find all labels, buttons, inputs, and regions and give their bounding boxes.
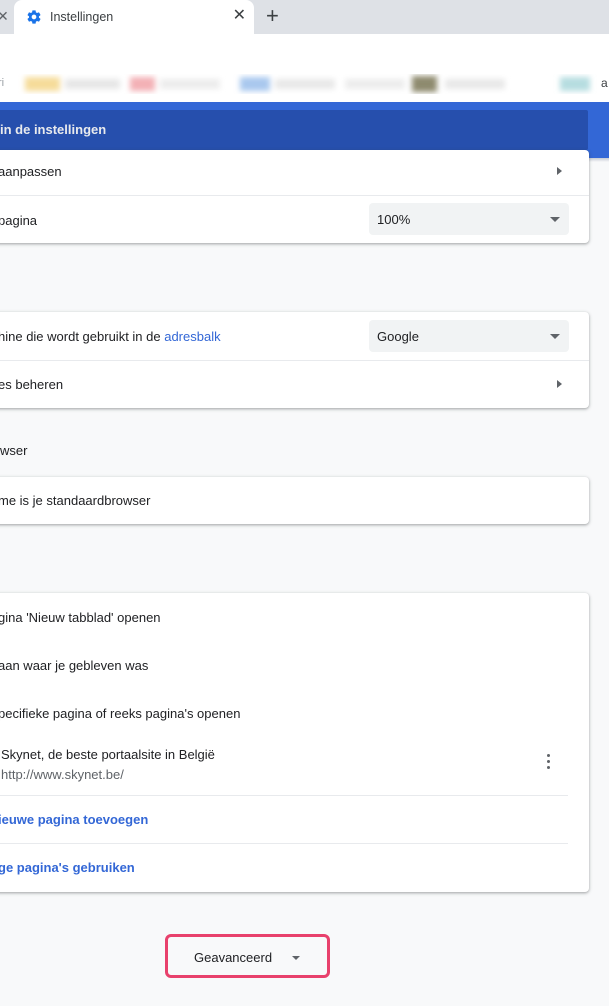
search-engine-card: hine die wordt gebruikt in de adresbalk …	[0, 312, 589, 408]
tab-title: Instellingen	[50, 10, 114, 24]
chevron-down-icon	[292, 956, 300, 960]
bookmarks-bar: ri a	[0, 66, 609, 102]
chevron-right-icon	[557, 167, 562, 175]
search-engine-value: Google	[377, 329, 419, 344]
default-browser-status: me is je standaardbrowser	[0, 493, 151, 508]
startup-option-specific-label: pecifieke pagina of reeks pagina's opene…	[0, 706, 241, 721]
bookmark-item[interactable]: a	[601, 76, 608, 90]
advanced-label: Geavanceerd	[194, 950, 273, 965]
more-actions-icon[interactable]	[547, 754, 551, 772]
customize-fonts-row[interactable]: aanpassen	[0, 150, 589, 195]
settings-search-bar[interactable]: in de instellingen	[0, 110, 588, 150]
manage-search-engines-label: es beheren	[0, 377, 64, 392]
startup-option-new-tab-label: gina 'Nieuw tabblad' openen	[0, 610, 161, 625]
page-zoom-row: pagina 100%	[0, 195, 589, 244]
startup-page-url: http://www.skynet.be/	[1, 767, 124, 782]
manage-search-engines-row[interactable]: es beheren	[0, 360, 589, 409]
advanced-button[interactable]: Geavanceerd	[165, 934, 330, 978]
blurred-bookmarks-image	[25, 76, 590, 92]
add-new-page-row[interactable]: ieuwe pagina toevoegen	[0, 795, 568, 844]
search-engine-row: hine die wordt gebruikt in de adresbalk …	[0, 312, 589, 360]
on-startup-card: gina 'Nieuw tabblad' openen aan waar je …	[0, 593, 589, 892]
startup-page-title: Skynet, de beste portaalsite in België	[1, 747, 215, 762]
tab-strip: ✕ Instellingen ✕ +	[0, 0, 609, 34]
use-current-pages-link[interactable]: ge pagina's gebruiken	[0, 860, 135, 875]
page-zoom-value: 100%	[377, 212, 411, 227]
page-zoom-label: pagina	[0, 213, 38, 228]
search-engine-select[interactable]: Google	[369, 320, 569, 352]
chevron-down-icon	[550, 334, 560, 339]
search-input[interactable]: in de instellingen	[0, 122, 106, 137]
startup-option-continue-label: aan waar je gebleven was	[0, 658, 149, 673]
previous-tab-close-icon[interactable]: ✕	[0, 8, 9, 25]
default-browser-section-title: wser	[0, 443, 28, 458]
chevron-right-icon	[557, 380, 562, 388]
gear-icon	[27, 10, 41, 24]
add-new-page-link[interactable]: ieuwe pagina toevoegen	[0, 812, 148, 827]
page-zoom-select[interactable]: 100%	[369, 203, 569, 235]
chevron-down-icon	[550, 217, 560, 222]
appearance-card: aanpassen pagina 100%	[0, 150, 589, 243]
new-tab-icon[interactable]: +	[266, 4, 279, 28]
search-engine-label-text: hine die wordt gebruikt in de	[0, 329, 165, 344]
startup-page-item: Skynet, de beste portaalsite in België h…	[0, 737, 589, 795]
tab-settings[interactable]: Instellingen ✕	[14, 0, 254, 34]
startup-option-continue[interactable]: aan waar je gebleven was	[0, 641, 589, 689]
default-browser-card: me is je standaardbrowser	[0, 477, 589, 524]
tab-close-icon[interactable]: ✕	[233, 6, 246, 26]
startup-option-specific-pages[interactable]: pecifieke pagina of reeks pagina's opene…	[0, 689, 589, 737]
browser-toolbar	[0, 34, 609, 66]
customize-fonts-label: aanpassen	[0, 164, 62, 179]
startup-option-new-tab[interactable]: gina 'Nieuw tabblad' openen	[0, 593, 589, 641]
bookmark-item[interactable]: ri	[0, 77, 4, 89]
search-engine-label: hine die wordt gebruikt in de adresbalk	[0, 329, 221, 344]
address-bar-link[interactable]: adresbalk	[164, 329, 220, 344]
use-current-pages-row[interactable]: ge pagina's gebruiken	[0, 843, 568, 892]
